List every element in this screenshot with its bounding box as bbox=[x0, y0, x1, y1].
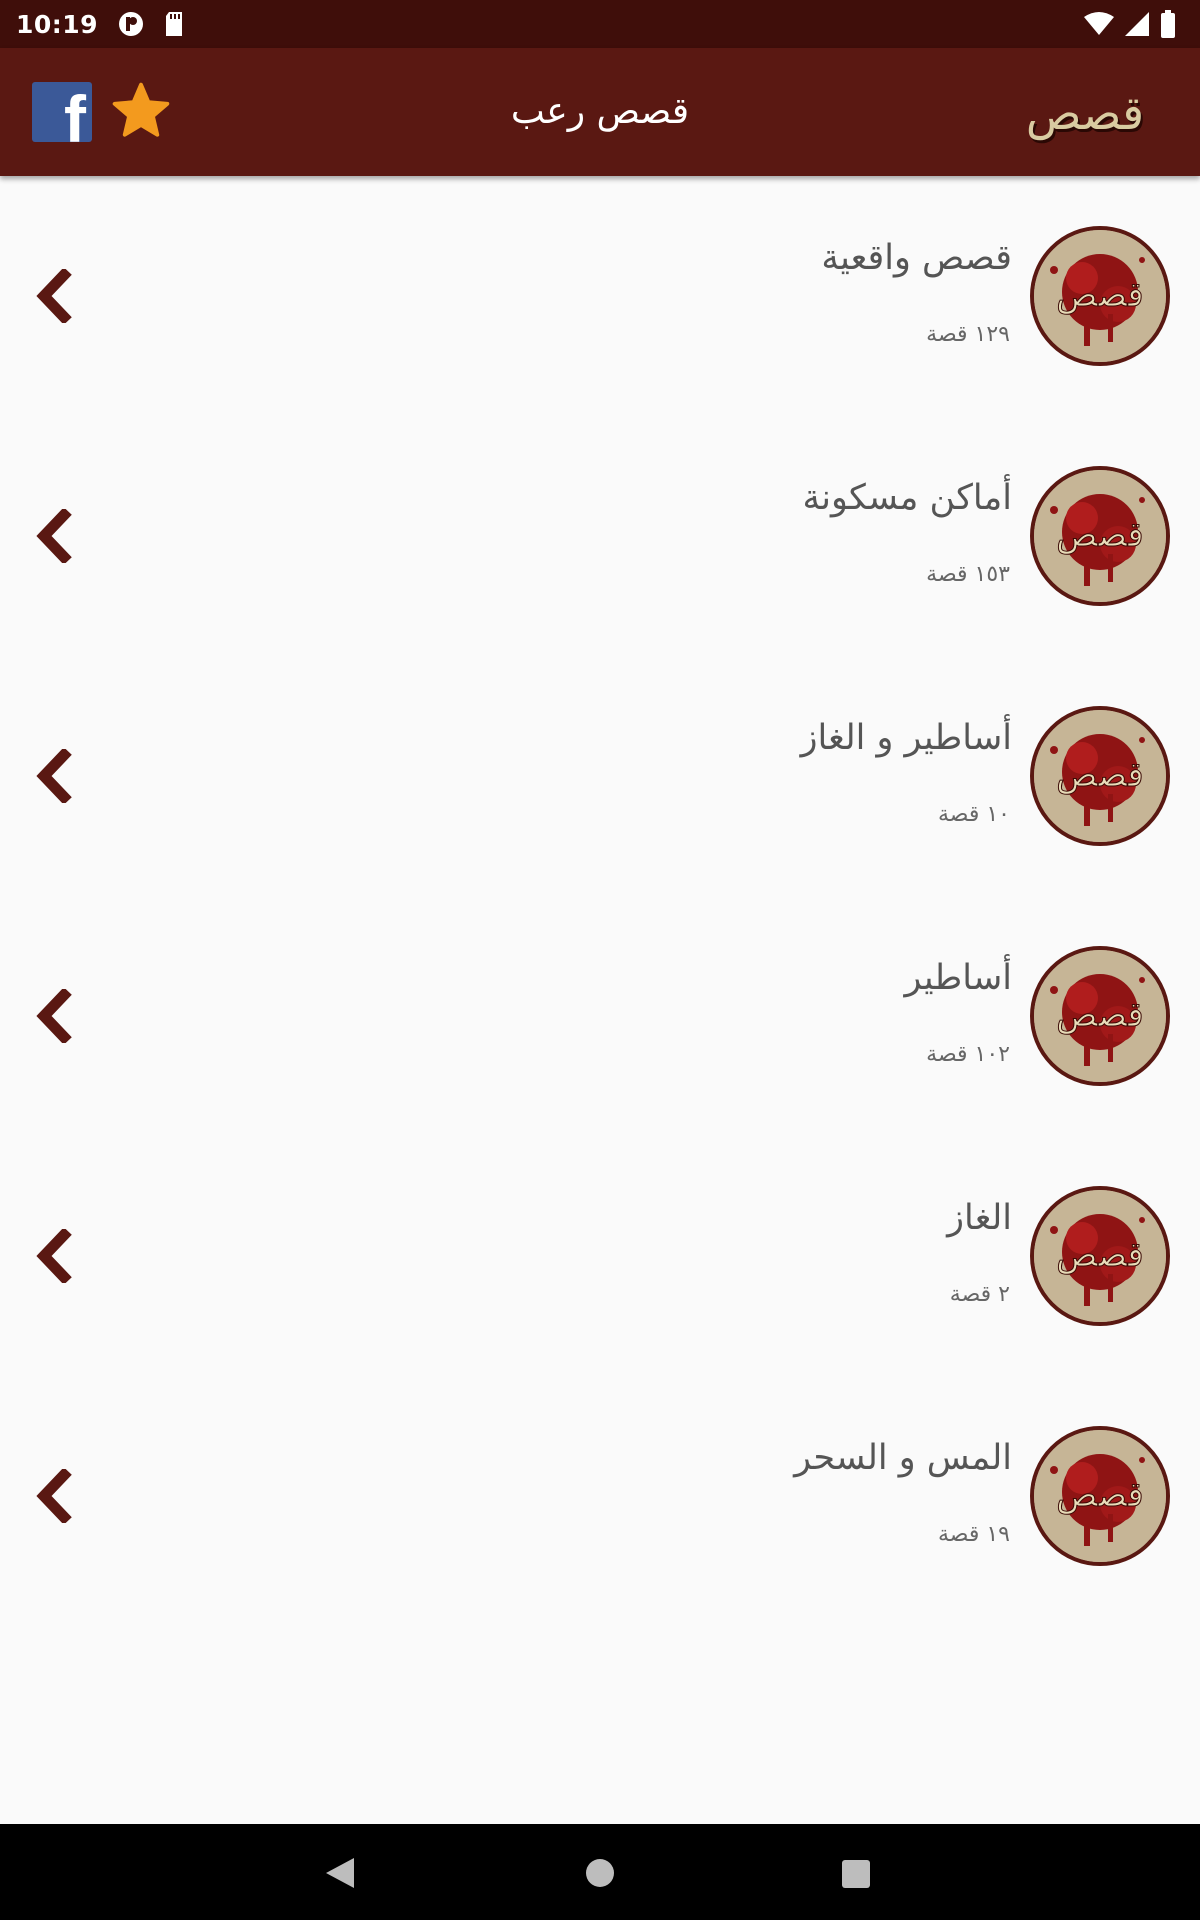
status-bar: 10:19 bbox=[0, 0, 1200, 48]
category-title: قصص واقعية bbox=[821, 238, 1012, 278]
chevron-left-icon bbox=[36, 1229, 72, 1283]
app-logo-text: قصص bbox=[1025, 86, 1145, 140]
category-title: المس و السحر bbox=[794, 1438, 1012, 1478]
category-item[interactable]: أساطير ١٠٢ قصة قصص bbox=[0, 896, 1200, 1136]
category-avatar: قصص bbox=[1030, 226, 1170, 366]
category-item[interactable]: الغاز ٢ قصة قصص bbox=[0, 1136, 1200, 1376]
svg-text:قصص: قصص bbox=[1056, 755, 1143, 795]
system-nav-bar bbox=[0, 1824, 1200, 1920]
svg-text:قصص: قصص bbox=[1056, 275, 1143, 315]
notification-icon bbox=[119, 12, 144, 36]
app-logo: قصص bbox=[1020, 78, 1150, 148]
category-item[interactable]: أماكن مسكونة ١٥٣ قصة قصص bbox=[0, 416, 1200, 656]
rate-star-button[interactable] bbox=[110, 80, 172, 142]
chevron-left-icon bbox=[36, 1469, 72, 1523]
facebook-button[interactable]: f bbox=[32, 82, 92, 142]
category-count: ١٩ قصة bbox=[937, 1522, 1010, 1547]
wifi-icon bbox=[1084, 12, 1114, 35]
category-count: ١٥٣ قصة bbox=[926, 562, 1010, 587]
category-item[interactable]: المس و السحر ١٩ قصة قصص bbox=[0, 1376, 1200, 1616]
category-avatar: قصص bbox=[1030, 946, 1170, 1086]
app-bar: f قصص رعب قصص bbox=[0, 48, 1200, 176]
category-avatar: قصص bbox=[1030, 1186, 1170, 1326]
home-icon[interactable] bbox=[586, 1859, 614, 1887]
category-title: أساطير bbox=[904, 958, 1012, 998]
sd-card-icon bbox=[166, 12, 183, 36]
back-icon[interactable] bbox=[324, 1856, 356, 1890]
category-item[interactable]: قصص واقعية ١٢٩ قصة قصص bbox=[0, 176, 1200, 416]
battery-icon bbox=[1161, 10, 1175, 38]
recents-icon[interactable] bbox=[842, 1860, 870, 1888]
chevron-left-icon bbox=[36, 749, 72, 803]
category-item[interactable]: أساطير و الغاز ١٠ قصة قصص bbox=[0, 656, 1200, 896]
facebook-icon: f bbox=[64, 82, 86, 142]
category-title: أماكن مسكونة bbox=[802, 478, 1012, 518]
page-title: قصص رعب bbox=[510, 91, 690, 132]
category-avatar: قصص bbox=[1030, 1426, 1170, 1566]
category-avatar: قصص bbox=[1030, 466, 1170, 606]
svg-text:قصص: قصص bbox=[1056, 515, 1143, 555]
svg-text:قصص: قصص bbox=[1056, 1475, 1143, 1515]
chevron-left-icon bbox=[36, 269, 72, 323]
signal-icon bbox=[1125, 12, 1149, 36]
category-avatar: قصص bbox=[1030, 706, 1170, 846]
category-title: الغاز bbox=[947, 1198, 1012, 1238]
category-title: أساطير و الغاز bbox=[800, 718, 1012, 758]
chevron-left-icon bbox=[36, 509, 72, 563]
category-count: ١٠٢ قصة bbox=[926, 1042, 1010, 1067]
category-count: ٢ قصة bbox=[949, 1282, 1010, 1307]
svg-text:قصص: قصص bbox=[1056, 1235, 1143, 1275]
status-time: 10:19 bbox=[16, 9, 99, 39]
category-count: ١٠ قصة bbox=[937, 802, 1010, 827]
chevron-left-icon bbox=[36, 989, 72, 1043]
category-count: ١٢٩ قصة bbox=[926, 322, 1010, 347]
svg-text:قصص: قصص bbox=[1056, 995, 1143, 1035]
category-list: قصص واقعية ١٢٩ قصة قصص أماكن مسكونة ١٥٣ … bbox=[0, 176, 1200, 1616]
